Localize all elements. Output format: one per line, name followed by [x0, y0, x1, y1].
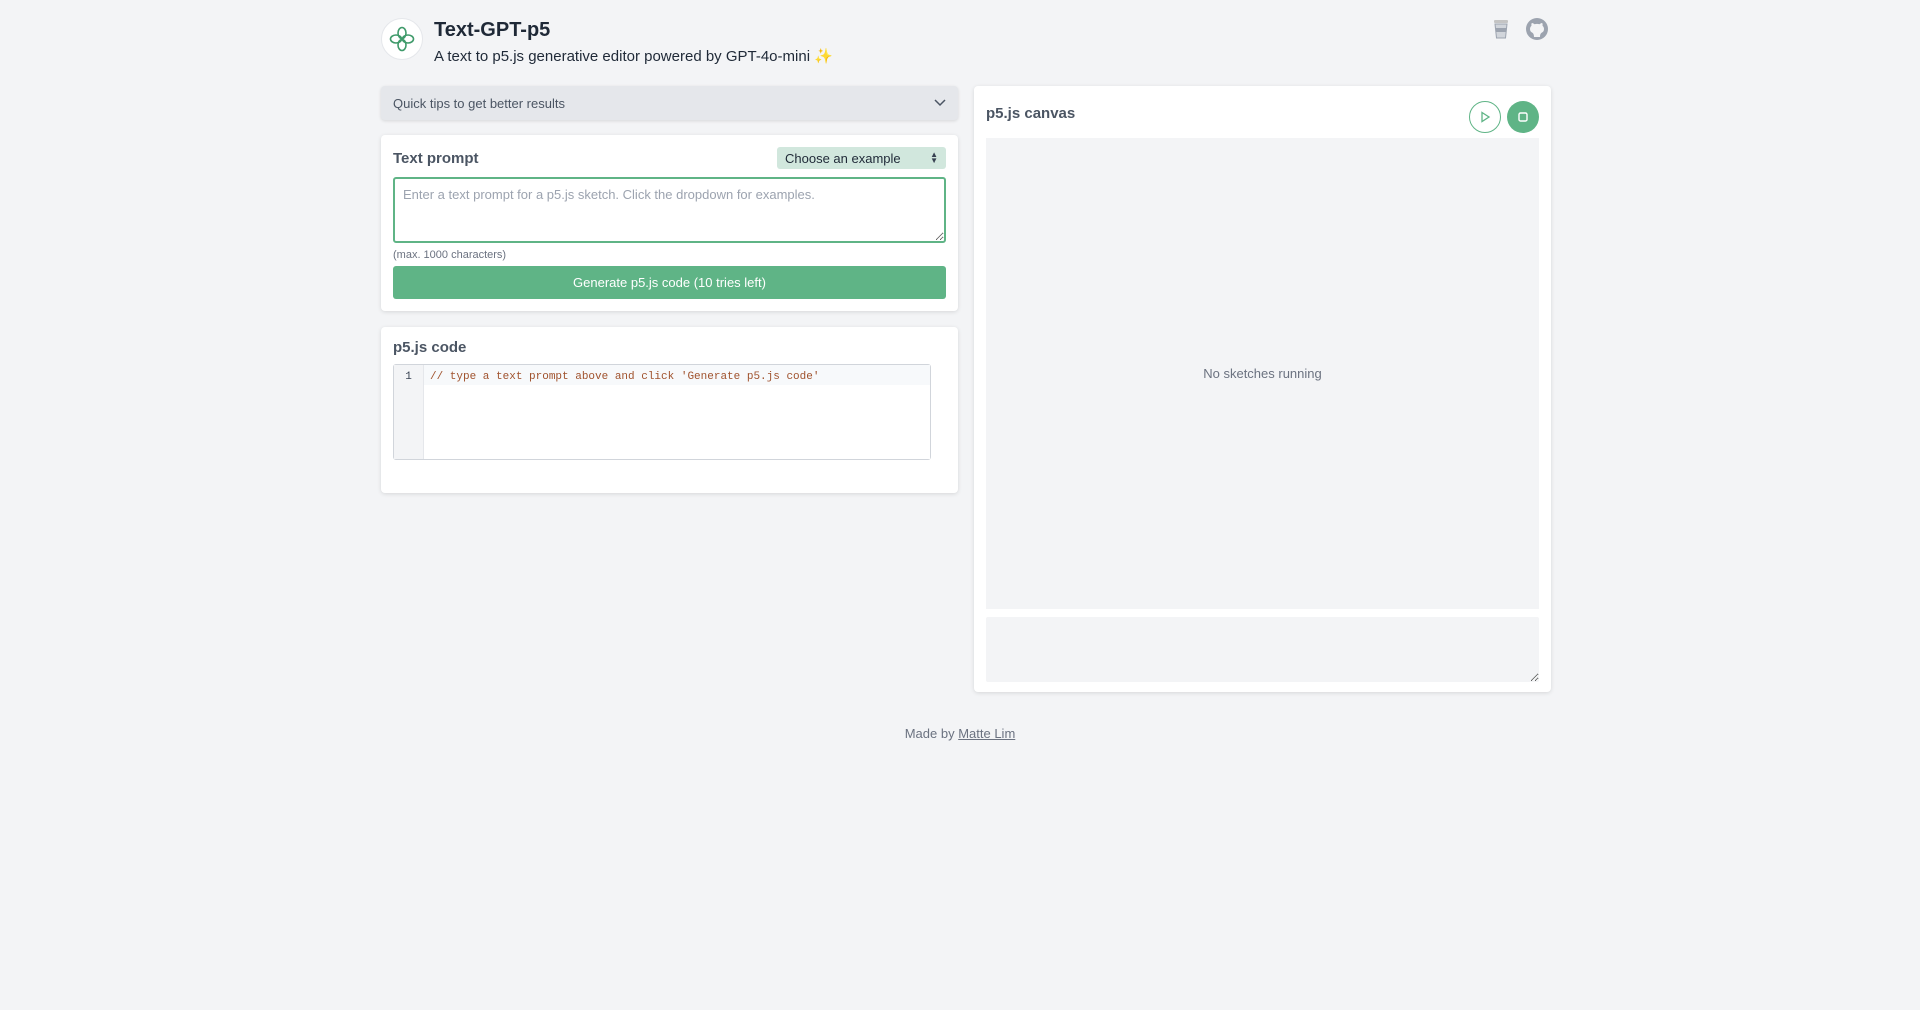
generate-button[interactable]: Generate p5.js code (10 tries left): [393, 266, 946, 299]
page-subtitle: A text to p5.js generative editor powere…: [434, 47, 833, 65]
text-prompt-card: Text prompt Choose an example ▲▼ (max. 1…: [381, 135, 958, 311]
page-title: Text-GPT-p5: [434, 19, 551, 41]
example-select-value: Choose an example: [785, 150, 901, 166]
canvas-status: No sketches running: [1203, 366, 1322, 381]
coffee-cup-icon[interactable]: [1488, 16, 1514, 42]
console-output[interactable]: [986, 617, 1539, 682]
quick-tips-accordion[interactable]: Quick tips to get better results: [381, 86, 958, 120]
line-number: 1: [394, 365, 424, 459]
code-title: p5.js code: [393, 339, 467, 356]
chevron-down-icon: [934, 99, 946, 107]
author-link[interactable]: Matte Lim: [958, 726, 1015, 741]
sparkle-emoji: ✨: [814, 48, 833, 65]
select-arrows-icon: ▲ ▼: [930, 150, 938, 165]
footer: Made by Matte Lim: [0, 726, 1920, 741]
prompt-input[interactable]: [393, 177, 946, 243]
header: Text-GPT-p5 A text to p5.js generative e…: [381, 0, 1550, 86]
canvas-controls: [1469, 101, 1539, 133]
canvas-card: p5.js canvas No sketches running: [974, 86, 1551, 692]
flower-logo-icon: [389, 26, 415, 52]
app-logo: [381, 18, 423, 60]
quick-tips-label: Quick tips to get better results: [393, 95, 565, 111]
example-select[interactable]: Choose an example ▲ ▼: [777, 147, 946, 169]
play-icon: [1481, 111, 1491, 123]
play-button[interactable]: [1469, 101, 1501, 133]
text-prompt-title: Text prompt: [393, 149, 479, 167]
right-column: p5.js canvas No sketches running: [974, 86, 1551, 692]
stop-icon: [1518, 112, 1528, 122]
stop-button[interactable]: [1507, 101, 1539, 133]
top-icons: [1488, 16, 1550, 42]
left-column: Quick tips to get better results Text pr…: [381, 86, 958, 493]
sketch-canvas[interactable]: No sketches running: [986, 138, 1539, 609]
code-card: p5.js code 1 // type a text prompt above…: [381, 327, 958, 493]
app-container: Text-GPT-p5 A text to p5.js generative e…: [381, 0, 1551, 692]
subtitle-text: A text to p5.js generative editor powere…: [434, 48, 811, 65]
code-line: // type a text prompt above and click 'G…: [424, 365, 930, 459]
footer-prefix: Made by: [904, 726, 959, 741]
github-icon[interactable]: [1524, 16, 1550, 42]
text-prompt-header: Text prompt Choose an example ▲ ▼: [393, 147, 946, 169]
canvas-header: p5.js canvas: [986, 98, 1539, 133]
canvas-title: p5.js canvas: [986, 104, 1076, 122]
code-editor[interactable]: 1 // type a text prompt above and click …: [393, 364, 931, 460]
character-limit-hint: (max. 1000 characters): [393, 249, 507, 261]
